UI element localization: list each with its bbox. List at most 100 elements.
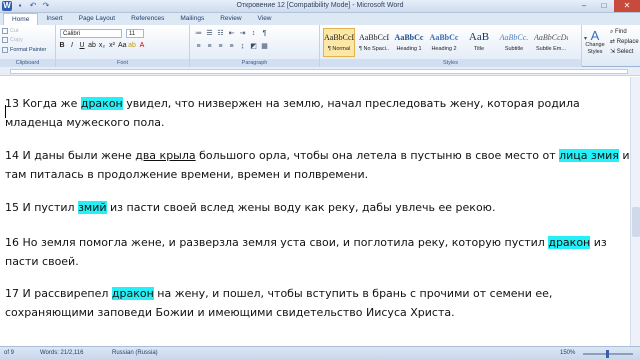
- text-run[interactable]: там питалась в продолжение времени, врем…: [5, 168, 368, 181]
- style-normal[interactable]: AaBbCcDc ¶ Normal: [323, 28, 355, 57]
- font-name-select[interactable]: Calibri: [60, 29, 122, 38]
- tab-references[interactable]: References: [123, 13, 172, 25]
- increase-indent-icon[interactable]: ⇥: [238, 29, 247, 38]
- text-run[interactable]: из: [590, 236, 607, 249]
- vertical-scrollbar[interactable]: [630, 77, 640, 346]
- shading-icon[interactable]: ◩: [249, 42, 258, 51]
- underlined-text[interactable]: два крыла: [135, 149, 195, 162]
- text-effects-icon[interactable]: Aa: [118, 41, 127, 50]
- subscript-icon[interactable]: x₂: [98, 41, 106, 50]
- tab-view[interactable]: View: [250, 13, 280, 25]
- style-subtle-emphasis[interactable]: AaBbCcDc Subtle Em...: [533, 28, 569, 57]
- text-run[interactable]: 13 Когда же: [5, 97, 81, 110]
- font-group: Calibri 11 B I U ab x₂ x² Aa ab A Font: [56, 25, 190, 67]
- maximize-icon[interactable]: □: [594, 0, 614, 12]
- cut-button[interactable]: Cut: [2, 27, 19, 35]
- highlighted-text[interactable]: дракон: [548, 236, 591, 249]
- replace-button[interactable]: ⇄ Replace: [610, 38, 639, 47]
- language-indicator[interactable]: Russian (Russia): [112, 350, 158, 356]
- borders-icon[interactable]: ▦: [260, 42, 269, 51]
- numbering-icon[interactable]: ☰: [205, 29, 214, 38]
- paragraph-line[interactable]: сохраняющими заповеди Божии и имеющими с…: [5, 303, 630, 322]
- text-run[interactable]: и: [619, 149, 629, 162]
- document-paragraph[interactable]: 17 И рассвирепел дракон на жену, и пошел…: [5, 284, 630, 322]
- bullets-icon[interactable]: ≔: [194, 29, 203, 38]
- text-run[interactable]: из пасти своей вслед жены воду как реку,…: [107, 201, 495, 214]
- select-button[interactable]: ⇲ Select: [610, 48, 633, 57]
- paragraph-line[interactable]: 17 И рассвирепел дракон на жену, и пошел…: [5, 284, 630, 303]
- highlighted-text[interactable]: змий: [78, 201, 107, 214]
- text-run[interactable]: увидел, что низвержен на землю, начал пр…: [123, 97, 580, 110]
- font-color-icon[interactable]: A: [138, 41, 146, 50]
- style-title[interactable]: AaB Title: [463, 28, 495, 57]
- close-icon[interactable]: ✕: [614, 0, 640, 12]
- tab-home[interactable]: Home: [3, 13, 39, 25]
- paragraph-line[interactable]: 16 Но земля помогла жене, и разверзла зе…: [5, 233, 630, 252]
- minimize-icon[interactable]: –: [574, 0, 594, 12]
- ribbon: Cut Copy Format Painter Clipboard Calibr…: [0, 25, 640, 67]
- text-run[interactable]: пасти своей.: [5, 255, 79, 268]
- italic-icon[interactable]: I: [68, 41, 76, 50]
- paragraph-line[interactable]: там питалась в продолжение времени, врем…: [5, 165, 630, 184]
- change-styles-button[interactable]: A Change Styles: [584, 29, 606, 56]
- bold-icon[interactable]: B: [58, 41, 66, 50]
- show-marks-icon[interactable]: ¶: [260, 29, 269, 38]
- paragraph-align-buttons: ≡ ≡ ≡ ≡ ↨ ◩ ▦: [194, 42, 269, 51]
- text-run[interactable]: большого орла, чтобы она летела в пустын…: [196, 149, 559, 162]
- underline-icon[interactable]: U: [78, 41, 86, 50]
- text-run[interactable]: 17 И рассвирепел: [5, 287, 112, 300]
- paragraph-line[interactable]: 13 Когда же дракон увидел, что низвержен…: [5, 94, 630, 113]
- align-right-icon[interactable]: ≡: [216, 42, 225, 51]
- strikethrough-icon[interactable]: ab: [88, 41, 96, 50]
- tab-insert[interactable]: Insert: [38, 13, 70, 25]
- tab-page-layout[interactable]: Page Layout: [71, 13, 124, 25]
- document-paragraph[interactable]: 13 Когда же дракон увидел, что низвержен…: [5, 94, 630, 132]
- style-heading-2[interactable]: AaBbCc Heading 2: [428, 28, 460, 57]
- zoom-slider-knob[interactable]: [606, 350, 609, 358]
- paragraph-line[interactable]: 14 И даны были жене два крыла большого о…: [5, 146, 630, 165]
- sort-icon[interactable]: ↕: [249, 29, 258, 38]
- text-run[interactable]: 16 Но земля помогла жене, и разверзла зе…: [5, 236, 548, 249]
- decrease-indent-icon[interactable]: ⇤: [227, 29, 236, 38]
- highlighted-text[interactable]: дракон: [111, 287, 154, 300]
- paragraph-line[interactable]: младенца мужеского пола.: [5, 113, 630, 132]
- document-paragraph[interactable]: 14 И даны были жене два крыла большого о…: [5, 146, 630, 184]
- style-no-spacing[interactable]: AaBbCcDc ¶ No Spaci...: [358, 28, 390, 57]
- superscript-icon[interactable]: x²: [108, 41, 116, 50]
- style-subtitle[interactable]: AaBbCc. Subtitle: [498, 28, 530, 57]
- paragraph-line[interactable]: 15 И пустил змий из пасти своей вслед же…: [5, 198, 630, 217]
- paragraph-label: Paragraph: [190, 59, 319, 67]
- document-paragraph[interactable]: 16 Но земля помогла жене, и разверзла зе…: [5, 233, 630, 271]
- text-run[interactable]: на жену, и пошел, чтобы вступить в брань…: [154, 287, 552, 300]
- style-heading-1[interactable]: AaBbCc Heading 1: [393, 28, 425, 57]
- font-size-select[interactable]: 11: [126, 29, 144, 38]
- highlighted-text[interactable]: лица змия: [559, 149, 619, 162]
- copy-button[interactable]: Copy: [2, 36, 23, 44]
- tab-review[interactable]: Review: [212, 13, 249, 25]
- format-painter-button[interactable]: Format Painter: [2, 46, 46, 54]
- align-left-icon[interactable]: ≡: [194, 42, 203, 51]
- highlight-color-icon[interactable]: ab: [128, 41, 136, 50]
- text-run[interactable]: младенца мужеского пола.: [5, 116, 164, 129]
- justify-icon[interactable]: ≡: [227, 42, 236, 51]
- find-button[interactable]: ⌕ Find: [610, 28, 627, 37]
- styles-group: AaBbCcDc ¶ Normal AaBbCcDc ¶ No Spaci...…: [320, 25, 587, 67]
- scroll-thumb[interactable]: [632, 207, 640, 237]
- tab-mailings[interactable]: Mailings: [172, 13, 212, 25]
- line-spacing-icon[interactable]: ↨: [238, 42, 247, 51]
- text-run[interactable]: 14 И даны были жене: [5, 149, 135, 162]
- text-run[interactable]: сохраняющими заповеди Божии и имеющими с…: [5, 306, 455, 319]
- text-run[interactable]: 15 И пустил: [5, 201, 78, 214]
- horizontal-ruler[interactable]: [0, 67, 640, 76]
- document-page[interactable]: 13 Когда же дракон увидел, что низвержен…: [0, 77, 630, 346]
- multilevel-list-icon[interactable]: ☷: [216, 29, 225, 38]
- highlighted-text[interactable]: дракон: [80, 97, 123, 110]
- status-bar: of 9 Words: 21/2,116 Russian (Russia) 15…: [0, 346, 640, 360]
- word-count[interactable]: Words: 21/2,116: [40, 350, 83, 356]
- styles-label: Styles: [320, 59, 581, 67]
- page-count[interactable]: of 9: [4, 350, 14, 356]
- paragraph-line[interactable]: пасти своей.: [5, 252, 630, 271]
- align-center-icon[interactable]: ≡: [205, 42, 214, 51]
- zoom-level[interactable]: 150%: [560, 350, 575, 356]
- document-paragraph[interactable]: 15 И пустил змий из пасти своей вслед же…: [5, 198, 630, 217]
